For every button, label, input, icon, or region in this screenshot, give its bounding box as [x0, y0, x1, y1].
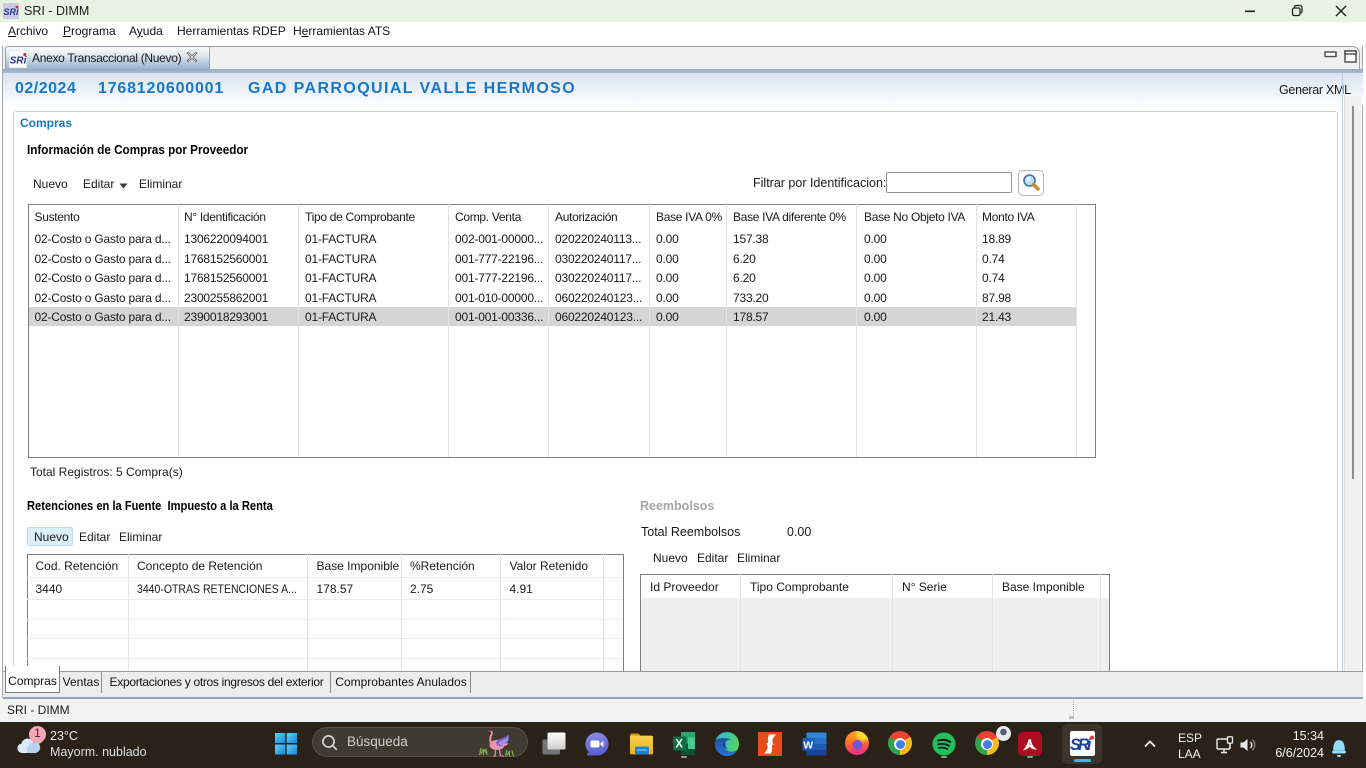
svg-text:W: W — [803, 739, 813, 751]
svg-text:X: X — [675, 739, 683, 751]
svg-text:SRi: SRi — [10, 56, 27, 67]
svg-text:SRi: SRi — [1070, 736, 1092, 754]
svg-text:SRi: SRi — [4, 7, 20, 17]
